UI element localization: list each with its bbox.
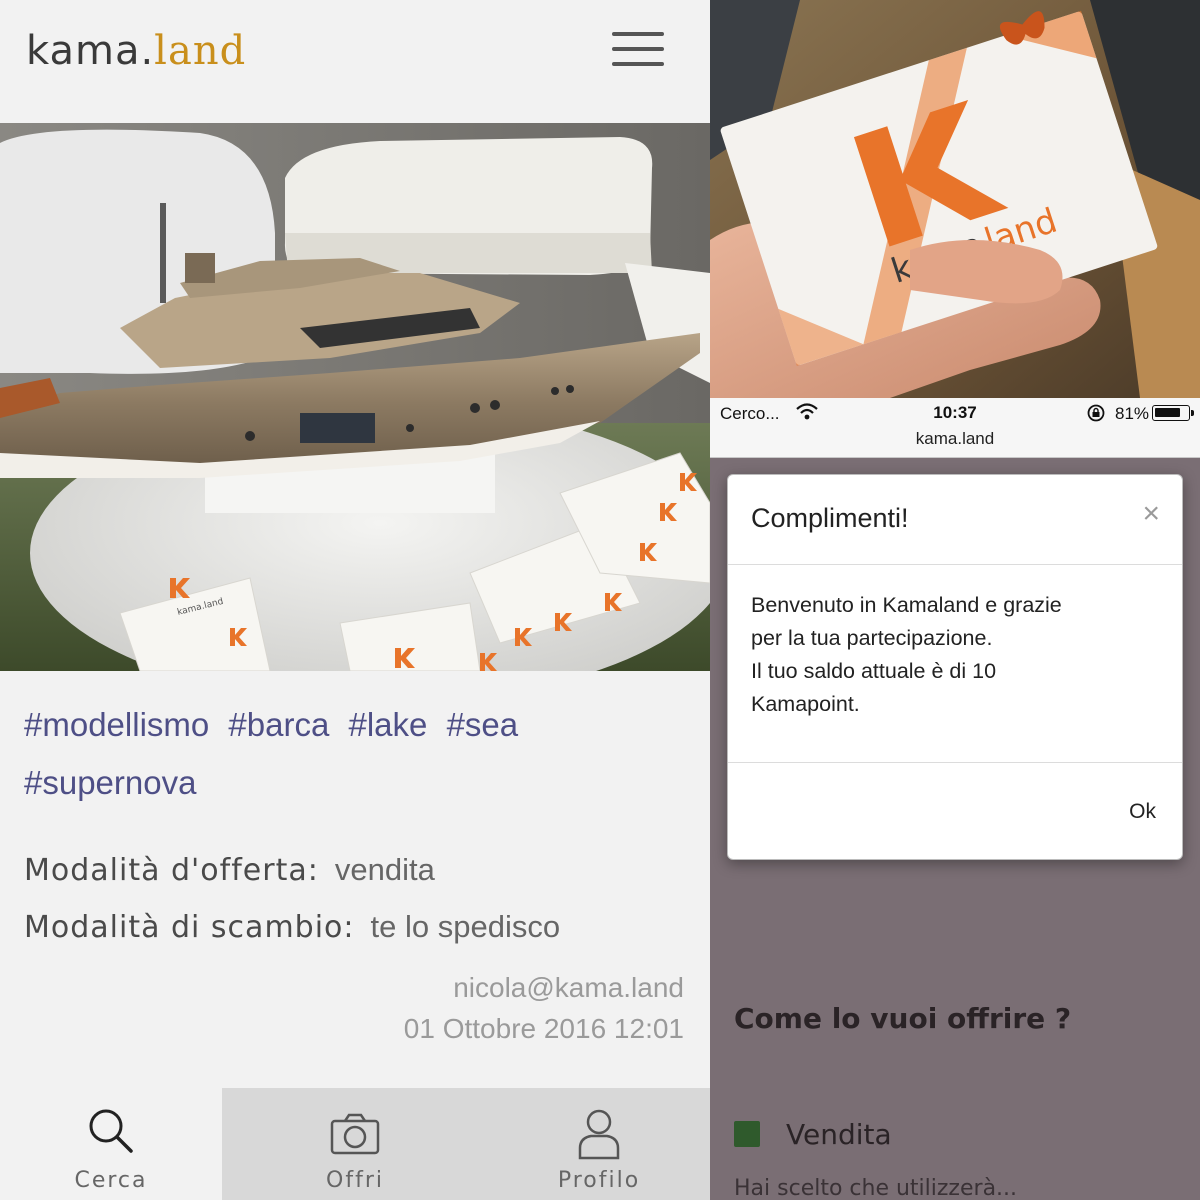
exchange-mode-row: Modalità di scambio: te lo spedisco [24, 909, 560, 945]
option-vendita[interactable]: Vendita [734, 1118, 892, 1151]
exchange-mode-label: Modalità di scambio: [24, 910, 355, 945]
product-photo[interactable]: kama.land [0, 123, 710, 671]
nav-item-profilo[interactable]: Profilo [488, 1088, 710, 1200]
offer-mode-label: Modalità d'offerta: [24, 853, 319, 888]
bottom-navigation: Cerca Offri Profilo [0, 1088, 710, 1200]
modal-title: Complimenti! [751, 503, 909, 533]
app-header: kama.land [0, 0, 710, 123]
partial-text: Hai scelto che utilizzerà... [734, 1176, 1018, 1200]
welcome-modal: Complimenti! × Benvenuto in Kamaland e g… [727, 474, 1183, 860]
tag-link[interactable]: #sea [447, 706, 519, 743]
mobile-browser: Cerco... 10:37 81% kama.land Come lo vuo… [710, 398, 1200, 1200]
modal-body-line: Il tuo saldo attuale è di 10 [751, 659, 997, 683]
offer-mode-row: Modalità d'offerta: vendita [24, 852, 435, 888]
nav-label-profilo: Profilo [557, 1168, 641, 1193]
tags-list: #modellismo #barca #lake #sea #supernova [24, 696, 664, 812]
checkbox-icon[interactable] [734, 1121, 760, 1147]
modal-body: Benvenuto in Kamaland e grazie per la tu… [751, 589, 1161, 721]
user-icon [578, 1109, 620, 1160]
nav-item-offri[interactable]: Offri [222, 1088, 488, 1200]
brand-logo-part2: land [154, 28, 247, 74]
tag-link[interactable]: #supernova [24, 764, 196, 801]
exchange-mode-value: te lo spedisco [370, 909, 561, 944]
offer-mode-value: vendita [334, 852, 435, 887]
ok-button[interactable]: Ok [1129, 800, 1156, 824]
option-vendita-label: Vendita [786, 1118, 892, 1151]
modal-body-line: Kamapoint. [751, 692, 860, 716]
author-email[interactable]: nicola@kama.land [453, 972, 684, 1004]
close-icon[interactable]: × [1142, 499, 1160, 529]
tag-link[interactable]: #modellismo [24, 706, 209, 743]
post-date: 01 Ottobre 2016 12:01 [403, 1013, 684, 1044]
nav-label-cerca: Cerca [74, 1168, 148, 1193]
nav-label-offri: Offri [326, 1168, 384, 1193]
gift-card-photo: kama. land [710, 0, 1200, 398]
url-bar[interactable]: kama.land [710, 428, 1200, 458]
tag-link[interactable]: #barca [228, 706, 329, 743]
rotation-lock-icon [1087, 404, 1105, 422]
camera-icon [330, 1113, 380, 1155]
modal-divider [728, 762, 1182, 763]
search-icon [89, 1109, 133, 1153]
nav-item-cerca[interactable]: Cerca [0, 1088, 222, 1200]
modal-body-line: Benvenuto in Kamaland e grazie [751, 593, 1062, 617]
offer-question-heading: Come lo vuoi offrire ? [734, 1002, 1072, 1035]
tag-link[interactable]: #lake [349, 706, 428, 743]
modal-body-line: per la tua partecipazione. [751, 626, 993, 650]
brand-logo-part1: kama. [26, 28, 155, 74]
status-bar: Cerco... 10:37 81% [710, 398, 1200, 428]
left-panel: kama.land kama.land #modellismo #barca #… [0, 0, 710, 1200]
modal-divider [728, 564, 1182, 565]
hamburger-menu-icon[interactable] [612, 32, 664, 66]
battery-icon [1152, 405, 1194, 421]
battery-percentage: 81% [1115, 404, 1150, 423]
brand-logo[interactable]: kama.land [26, 28, 246, 74]
